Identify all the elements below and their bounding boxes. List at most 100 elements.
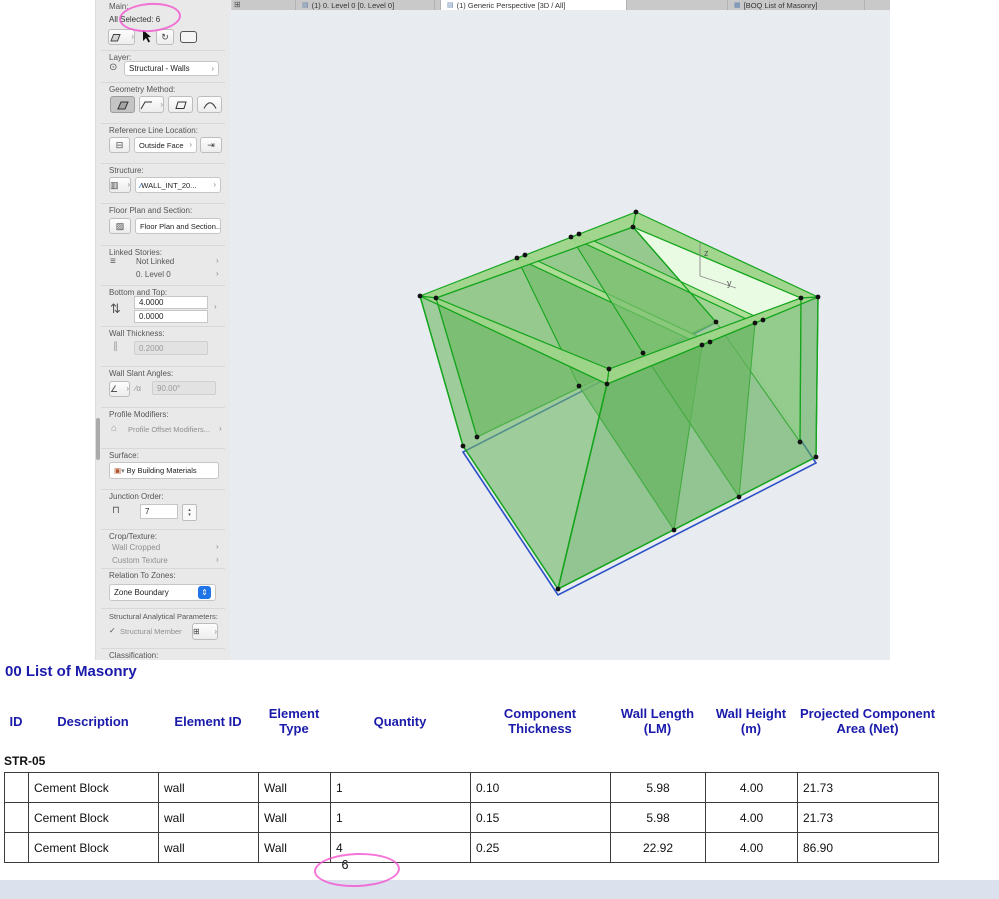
chevron-right-icon: › <box>214 626 217 636</box>
slant-angle-value: 90.00° <box>157 383 181 393</box>
floor-plan-display-button[interactable]: ▨ <box>109 218 131 234</box>
wall-top-input[interactable]: 4.0000 <box>134 296 208 309</box>
divider <box>101 648 225 649</box>
divider <box>101 82 225 83</box>
junction-order-stepper[interactable]: ▴ ▾ <box>182 504 197 521</box>
axis-y-label: y <box>727 278 732 288</box>
geometry-chained-button[interactable]: › <box>139 96 164 113</box>
chevron-right-icon: › <box>126 384 129 393</box>
cell-area: 21.73 <box>797 772 939 803</box>
divider <box>101 123 225 124</box>
surface-selector[interactable]: ▣ ▾ By Building Materials <box>109 462 219 479</box>
tab-label: (1) 0. Level 0 [0. Level 0] <box>311 0 395 10</box>
structure-label: Structure: <box>109 166 144 175</box>
home-story-value[interactable]: 0. Level 0 <box>136 270 171 279</box>
divider <box>101 285 225 286</box>
angle-icon: ∠ <box>110 383 119 394</box>
reference-line-selector[interactable]: Outside Face › <box>134 137 197 153</box>
cell-length: 5.98 <box>610 772 706 803</box>
layer-selector[interactable]: Structural - Walls › <box>124 61 219 76</box>
chevron-right-icon[interactable]: › <box>214 556 219 564</box>
document-icon: ▤ <box>447 1 454 9</box>
selection-arrow-icon[interactable] <box>141 29 153 44</box>
structure-type-button[interactable]: ▥ › <box>109 177 131 193</box>
divider <box>101 448 225 449</box>
chevron-right-icon[interactable]: › <box>214 270 219 278</box>
cell-quantity: 1 <box>330 802 471 833</box>
report-title: 00 List of Masonry <box>5 663 137 680</box>
geometry-straight-button[interactable] <box>110 96 135 113</box>
column-header: Projected Component Area (Net) <box>799 706 936 736</box>
column-header: Description <box>57 713 129 729</box>
chevron-right-icon: › <box>131 32 134 41</box>
junction-order-value: 7 <box>145 507 150 516</box>
slant-alpha-icon: ∕α <box>135 384 141 393</box>
structural-member-button[interactable]: ⊞ › <box>192 623 218 640</box>
divider <box>101 245 225 246</box>
zone-relation-value: Zone Boundary <box>114 588 169 597</box>
axis-z-label: z <box>704 248 709 258</box>
column-header: Element ID <box>174 713 242 729</box>
eye-icon[interactable]: ⊙ <box>109 63 117 73</box>
cell-height: 4.00 <box>705 772 798 803</box>
cell-id <box>4 832 29 863</box>
reference-line-button[interactable]: ⊟ <box>109 137 130 153</box>
flip-reference-button[interactable]: ⇥ <box>200 137 222 153</box>
wall-top-value: 4.0000 <box>139 298 164 307</box>
3d-viewport[interactable]: z y <box>230 10 890 660</box>
junction-icon: ⊓ <box>112 505 120 516</box>
wall-cropped-item[interactable]: Wall Cropped <box>112 543 160 552</box>
profile-icon: ⌂ <box>111 423 118 434</box>
chevron-right-icon[interactable]: › <box>212 303 217 311</box>
wall-bottom-input[interactable]: 0.0000 <box>134 310 208 323</box>
cell-id <box>4 772 29 803</box>
total-quantity: 6 <box>341 858 349 872</box>
stories-icon: ≡ <box>110 256 116 267</box>
floor-plan-label: Floor Plan and Section: <box>109 206 193 215</box>
inject-parameters-button[interactable]: ↻ <box>156 29 174 45</box>
tab-generic-perspective[interactable]: ▤ (1) Generic Perspective [3D / All] <box>440 0 627 10</box>
surface-value: By Building Materials <box>126 466 197 475</box>
divider <box>101 366 225 367</box>
info-box-panel: Main: All Selected: 6 › ↻ Layer: ⊙ Struc… <box>95 0 232 660</box>
classification-label: Classification: <box>109 651 159 660</box>
chevron-right-icon[interactable]: › <box>214 257 219 265</box>
tab-boq-list[interactable]: ▦ [BOQ List of Masonry] <box>727 0 865 10</box>
linked-stories-label: Linked Stories: <box>109 248 162 257</box>
tab-label: (1) Generic Perspective [3D / All] <box>456 0 566 10</box>
geometry-rectangle-button[interactable] <box>168 96 193 113</box>
boq-table: Cement Block wall Wall 1 0.10 5.98 4.00 … <box>4 772 939 863</box>
bottom-top-icon: ⇅ <box>110 301 121 316</box>
chevron-right-icon[interactable]: › <box>214 543 219 551</box>
surface-label: Surface: <box>109 451 139 460</box>
sidebar-scrollbar[interactable] <box>96 418 100 460</box>
chevron-right-icon: › <box>211 63 214 73</box>
wall-thickness-value: 0.2000 <box>139 343 164 353</box>
column-header: ID <box>9 713 23 729</box>
zone-relation-select[interactable]: Zone Boundary ⇕ <box>109 584 216 601</box>
slant-type-button[interactable]: ∠ › <box>109 381 130 397</box>
check-icon: ✓ <box>109 626 116 635</box>
member-grid-icon: ⊞ <box>193 627 200 636</box>
linked-stories-value[interactable]: Not Linked <box>136 257 174 266</box>
window-grid-icon[interactable]: ⊞ <box>234 0 241 10</box>
floor-plan-selector[interactable]: Floor Plan and Section... › <box>135 218 221 234</box>
comment-icon[interactable] <box>180 31 197 43</box>
composite-selector[interactable]: ∕ WALL_INT_20... › <box>135 177 221 193</box>
structural-member-value[interactable]: Structural Member <box>120 627 182 636</box>
geometry-curved-button[interactable] <box>197 96 222 113</box>
wall-section-icon: ▥ <box>110 179 119 190</box>
divider <box>101 608 225 609</box>
cell-height: 4.00 <box>705 832 798 863</box>
tab-level0[interactable]: ▤ (1) 0. Level 0 [0. Level 0] <box>295 0 435 10</box>
cell-area: 21.73 <box>797 802 939 833</box>
divider <box>101 407 225 408</box>
geometry-method-label: Geometry Method: <box>109 85 176 94</box>
wall-tool-button[interactable]: › <box>108 29 135 45</box>
junction-order-input[interactable]: 7 <box>140 504 178 519</box>
custom-texture-item[interactable]: Custom Texture <box>112 556 168 565</box>
divider <box>101 489 225 490</box>
footer-bar <box>0 880 999 899</box>
cell-element-type: Wall <box>258 772 331 803</box>
table-document-icon: ▦ <box>734 1 741 9</box>
